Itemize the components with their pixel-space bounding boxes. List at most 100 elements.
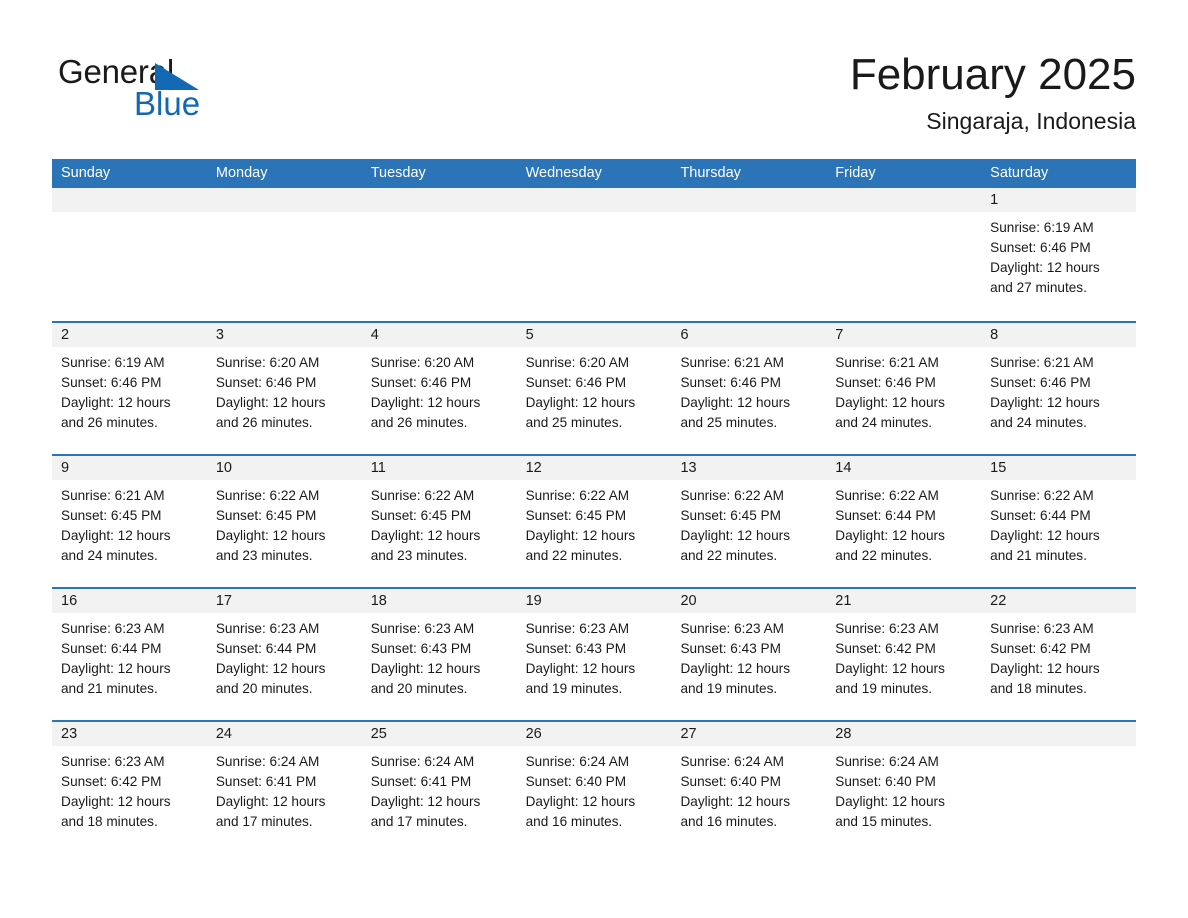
- day-cell[interactable]: 5 Sunrise: 6:20 AM Sunset: 6:46 PM Daylight…: [516, 323, 672, 454]
- day-details: Sunrise: 6:24 AM Sunset: 6:40 PM Daylight:…: [671, 746, 826, 832]
- daylight-text-line2: and 24 minutes.: [835, 415, 933, 430]
- week-row: 1 Sunrise: 6:19 AM Sunset: 6:46 PM Daylight…: [52, 188, 1137, 321]
- sunrise-text: Sunrise: 6:22 AM: [680, 488, 784, 503]
- day-cell[interactable]: 14 Sunrise: 6:22 AM Sunset: 6:44 PM Dayligh…: [826, 456, 982, 587]
- day-details: [362, 212, 517, 218]
- day-number: 15: [990, 460, 1007, 476]
- day-cell[interactable]: 10 Sunrise: 6:22 AM Sunset: 6:45 PM Dayligh…: [206, 456, 362, 587]
- day-number-band: 16: [52, 589, 207, 613]
- day-cell[interactable]: 25 Sunrise: 6:24 AM Sunset: 6:41 PM Dayligh…: [361, 722, 517, 853]
- day-number: 19: [525, 593, 542, 609]
- page-title: February 2025: [849, 50, 1136, 99]
- sunrise-text: Sunrise: 6:22 AM: [215, 488, 320, 503]
- day-cell[interactable]: 8 Sunrise: 6:21 AM Sunset: 6:46 PM Daylight…: [981, 323, 1137, 454]
- sunrise-text: Sunrise: 6:23 AM: [215, 621, 320, 636]
- sunset-text: Sunset: 6:43 PM: [525, 641, 627, 656]
- sunrise-text: Sunrise: 6:24 AM: [370, 754, 475, 769]
- day-number-band: 10: [206, 456, 362, 480]
- day-cell[interactable]: 26 Sunrise: 6:24 AM Sunset: 6:40 PM Dayligh…: [516, 722, 672, 853]
- day-number: 12: [525, 460, 542, 476]
- daylight-text-line1: Daylight: 12 hours: [370, 794, 481, 809]
- day-number: 3: [215, 327, 224, 343]
- weekday-header-thursday: Thursday: [680, 165, 741, 181]
- sunset-text: Sunset: 6:46 PM: [835, 375, 936, 390]
- day-details: [671, 212, 826, 218]
- sunset-text: Sunset: 6:45 PM: [680, 508, 781, 523]
- day-cell[interactable]: 13 Sunrise: 6:22 AM Sunset: 6:45 PM Dayligh…: [671, 456, 827, 587]
- day-cell[interactable]: 16 Sunrise: 6:23 AM Sunset: 6:44 PM Dayligh…: [52, 589, 207, 720]
- day-cell[interactable]: 21 Sunrise: 6:23 AM Sunset: 6:42 PM Dayligh…: [826, 589, 982, 720]
- sunset-text: Sunset: 6:46 PM: [525, 375, 627, 390]
- day-number-band: 17: [206, 589, 362, 613]
- day-number-band: 22: [981, 589, 1137, 613]
- weekday-header-row: Sunday Monday Tuesday Wednesday Thursday…: [52, 159, 1136, 188]
- daylight-text-line2: and 18 minutes.: [61, 814, 158, 829]
- calendar-grid: Sunday Monday Tuesday Wednesday Thursday…: [52, 159, 1137, 853]
- day-cell[interactable]: 20 Sunrise: 6:23 AM Sunset: 6:43 PM Dayligh…: [671, 589, 827, 720]
- sunset-text: Sunset: 6:40 PM: [525, 774, 627, 789]
- day-cell[interactable]: 24 Sunrise: 6:24 AM Sunset: 6:41 PM Dayligh…: [206, 722, 362, 853]
- day-cell[interactable]: 3 Sunrise: 6:20 AM Sunset: 6:46 PM Daylight…: [206, 323, 362, 454]
- day-number-band: 6: [671, 323, 827, 347]
- day-number: 14: [835, 460, 852, 476]
- daylight-text-line2: and 15 minutes.: [835, 814, 933, 829]
- daylight-text-line1: Daylight: 12 hours: [525, 794, 636, 809]
- day-cell[interactable]: 18 Sunrise: 6:23 AM Sunset: 6:43 PM Dayligh…: [361, 589, 517, 720]
- day-cell[interactable]: 4 Sunrise: 6:20 AM Sunset: 6:46 PM Daylight…: [361, 323, 517, 454]
- day-number: 10: [215, 460, 232, 476]
- sunset-text: Sunset: 6:45 PM: [525, 508, 627, 523]
- day-details: [517, 212, 672, 218]
- day-cell[interactable]: 9 Sunrise: 6:21 AM Sunset: 6:45 PM Daylight…: [52, 456, 207, 587]
- day-cell[interactable]: 15 Sunrise: 6:22 AM Sunset: 6:44 PM Dayligh…: [981, 456, 1137, 587]
- day-cell[interactable]: 11 Sunrise: 6:22 AM Sunset: 6:45 PM Dayligh…: [361, 456, 517, 587]
- day-cell[interactable]: 23 Sunrise: 6:23 AM Sunset: 6:42 PM Dayligh…: [52, 722, 207, 853]
- day-cell[interactable]: 6 Sunrise: 6:21 AM Sunset: 6:46 PM Daylight…: [671, 323, 827, 454]
- day-cell[interactable]: 7 Sunrise: 6:21 AM Sunset: 6:46 PM Daylight…: [826, 323, 982, 454]
- day-cell-empty: [826, 188, 982, 321]
- daylight-text-line2: and 22 minutes.: [680, 548, 778, 563]
- day-details: Sunrise: 6:19 AM Sunset: 6:46 PM Daylight:…: [981, 212, 1136, 298]
- day-cell[interactable]: 12 Sunrise: 6:22 AM Sunset: 6:45 PM Dayligh…: [516, 456, 672, 587]
- day-number-band: 20: [671, 589, 827, 613]
- day-number-band: 8: [981, 323, 1137, 347]
- day-number: 26: [525, 726, 542, 742]
- daylight-text-line2: and 23 minutes.: [370, 548, 468, 563]
- day-cell[interactable]: 1 Sunrise: 6:19 AM Sunset: 6:46 PM Daylight…: [981, 188, 1137, 321]
- daylight-text-line1: Daylight: 12 hours: [835, 395, 945, 410]
- sunset-text: Sunset: 6:46 PM: [990, 375, 1091, 390]
- daylight-text-line1: Daylight: 12 hours: [61, 528, 171, 543]
- day-number: 2: [61, 327, 70, 343]
- day-cell[interactable]: 17 Sunrise: 6:23 AM Sunset: 6:44 PM Dayligh…: [206, 589, 362, 720]
- day-details: Sunrise: 6:20 AM Sunset: 6:46 PM Daylight:…: [207, 347, 362, 433]
- day-number: 9: [61, 460, 70, 476]
- daylight-text-line1: Daylight: 12 hours: [680, 794, 791, 809]
- daylight-text-line2: and 16 minutes.: [680, 814, 778, 829]
- day-cell[interactable]: 27 Sunrise: 6:24 AM Sunset: 6:40 PM Dayligh…: [671, 722, 827, 853]
- sunset-text: Sunset: 6:44 PM: [990, 508, 1091, 523]
- day-cell[interactable]: 2 Sunrise: 6:19 AM Sunset: 6:46 PM Daylight…: [52, 323, 207, 454]
- day-details: Sunrise: 6:20 AM Sunset: 6:46 PM Daylight:…: [517, 347, 672, 433]
- sunset-text: Sunset: 6:46 PM: [61, 375, 162, 390]
- sunrise-text: Sunrise: 6:20 AM: [525, 355, 630, 370]
- sunset-text: Sunset: 6:40 PM: [680, 774, 781, 789]
- day-details: Sunrise: 6:24 AM Sunset: 6:41 PM Daylight:…: [362, 746, 517, 832]
- daylight-text-line2: and 19 minutes.: [835, 681, 933, 696]
- day-number: 5: [525, 327, 534, 343]
- day-details: [826, 212, 981, 218]
- day-cell[interactable]: 28 Sunrise: 6:24 AM Sunset: 6:40 PM Dayligh…: [826, 722, 982, 853]
- daylight-text-line2: and 26 minutes.: [215, 415, 313, 430]
- day-cell[interactable]: 19 Sunrise: 6:23 AM Sunset: 6:43 PM Dayligh…: [516, 589, 672, 720]
- daylight-text-line2: and 19 minutes.: [525, 681, 623, 696]
- daylight-text-line2: and 24 minutes.: [990, 415, 1087, 430]
- day-cell[interactable]: 22 Sunrise: 6:23 AM Sunset: 6:42 PM Dayligh…: [981, 589, 1137, 720]
- weekday-header-friday: Friday: [835, 165, 876, 181]
- brand-logo[interactable]: General Blue: [58, 54, 318, 134]
- day-number: 24: [215, 726, 232, 742]
- day-details: Sunrise: 6:20 AM Sunset: 6:46 PM Daylight:…: [362, 347, 517, 433]
- day-number-band: [361, 188, 517, 212]
- sunrise-text: Sunrise: 6:22 AM: [525, 488, 630, 503]
- daylight-text-line1: Daylight: 12 hours: [215, 395, 326, 410]
- day-number-band: 26: [516, 722, 672, 746]
- day-details: [981, 746, 1136, 752]
- daylight-text-line1: Daylight: 12 hours: [835, 794, 945, 809]
